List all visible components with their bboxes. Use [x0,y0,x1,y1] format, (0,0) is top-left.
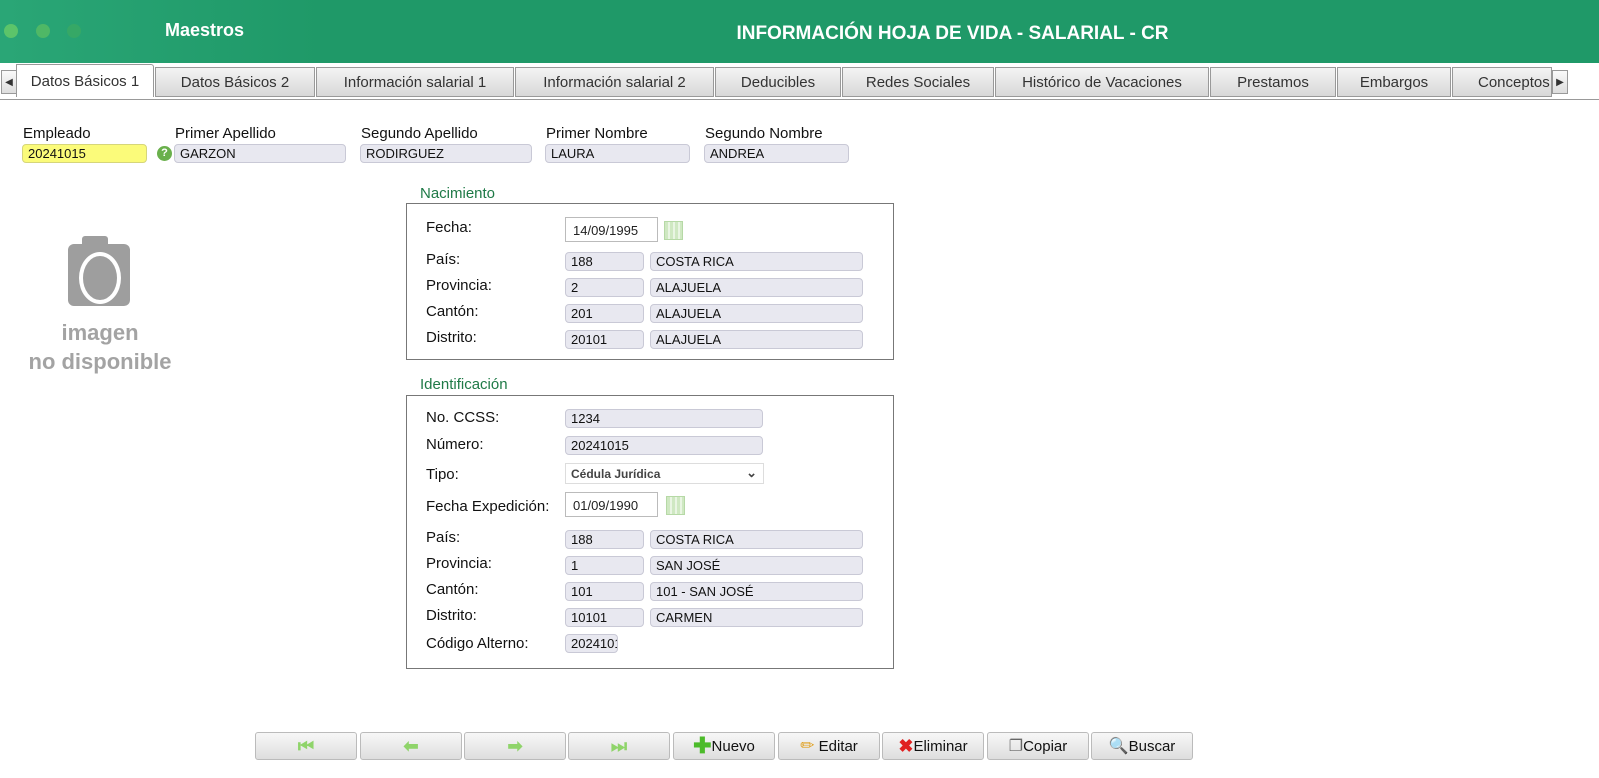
identificacion-row-label: Provincia: [426,555,492,572]
delete-x-icon: ✖ [898,735,914,756]
primer-apellido-input[interactable]: GARZON [174,144,346,163]
empleado-label: Empleado [23,125,91,142]
numero-input[interactable]: 20241015 [565,436,763,455]
arrow-left-icon: ⬅ [403,735,419,756]
nacimiento-name-input[interactable]: ALAJUELA [650,330,863,349]
tab-scroll-left[interactable]: ◀ [1,70,17,94]
photo-text-line2: no disponible [28,349,172,374]
tab-info-salarial-2[interactable]: Información salarial 2 [515,67,714,97]
tab-info-salarial-1[interactable]: Información salarial 1 [316,67,514,97]
tab-datos-basicos-2[interactable]: Datos Básicos 2 [155,67,315,97]
buscar-button[interactable]: 🔍 Buscar [1091,732,1193,760]
tipo-value: Cédula Jurídica [571,467,661,481]
first-icon: ⏮ [297,735,315,756]
tab-redes-sociales[interactable]: Redes Sociales [842,67,994,97]
nac-fecha-input[interactable]: 14/09/1995 [565,217,658,242]
tab-prestamos[interactable]: Prestamos [1210,67,1336,97]
tipo-label: Tipo: [426,466,459,483]
chevron-down-icon: ⌄ [746,465,757,480]
buscar-label: Buscar [1128,737,1176,755]
editar-button[interactable]: ✏ Editar [778,732,880,760]
identificacion-name-input[interactable]: SAN JOSÉ [650,556,863,575]
previous-record-button[interactable]: ⬅ [360,732,462,760]
numero-label: Número: [426,436,484,453]
identificacion-name-input[interactable]: COSTA RICA [650,530,863,549]
tab-datos-basicos-1[interactable]: Datos Básicos 1 [16,64,154,97]
identificacion-name-input[interactable]: 101 - SAN JOSÉ [650,582,863,601]
nuevo-button[interactable]: ✚ Nuevo [673,732,775,760]
identificacion-row-label: Cantón: [426,581,479,598]
ccss-label: No. CCSS: [426,409,500,426]
primer-nombre-label: Primer Nombre [546,125,648,142]
identificacion-row-label: Distrito: [426,607,477,624]
plus-icon: ✚ [693,733,712,758]
nacimiento-code-input[interactable]: 2 [565,278,644,297]
tab-conceptos[interactable]: Conceptos [1452,67,1552,97]
identificacion-row-label: País: [426,529,461,546]
next-record-button[interactable]: ➡ [464,732,566,760]
search-icon: 🔍 [1108,738,1129,755]
last-record-button[interactable]: ⏭ [568,732,670,760]
first-record-button[interactable]: ⏮ [255,732,357,760]
copiar-button[interactable]: ❐ Copiar [987,732,1089,760]
identificacion-legend: Identificación [420,376,508,393]
nacimiento-row-label: Distrito: [426,329,477,346]
nacimiento-name-input[interactable]: COSTA RICA [650,252,863,271]
calendar-icon[interactable] [664,221,683,240]
nacimiento-legend: Nacimiento [420,185,496,202]
arrow-right-icon: ➡ [507,735,523,756]
camera-icon [68,236,130,306]
tab-scroll-right[interactable]: ▶ [1552,70,1568,94]
editar-label: Editar [818,737,858,755]
empleado-input[interactable]: 20241015 [22,144,147,163]
nacimiento-name-input[interactable]: ALAJUELA [650,278,863,297]
identificacion-code-input[interactable]: 10101 [565,608,644,627]
photo-text-line1: imagen [61,320,139,345]
copy-icon: ❐ [1008,738,1024,755]
photo-placeholder: imagen no disponible [20,318,180,376]
nacimiento-code-input[interactable]: 188 [565,252,644,271]
calendar-icon[interactable] [666,496,685,515]
nacimiento-code-input[interactable]: 201 [565,304,644,323]
codigo-alterno-label: Código Alterno: [426,635,529,652]
copiar-label: Copiar [1023,737,1068,755]
nacimiento-code-input[interactable]: 20101 [565,330,644,349]
help-icon[interactable]: ? [157,146,172,161]
codigo-alterno-input[interactable]: 20241015 [565,634,618,653]
identificacion-name-input[interactable]: CARMEN [650,608,863,627]
nuevo-label: Nuevo [711,737,755,755]
fecha-expedicion-input[interactable]: 01/09/1990 [565,492,658,517]
tipo-select[interactable]: Cédula Jurídica ⌄ [565,463,764,484]
nacimiento-row-label: Provincia: [426,277,492,294]
identificacion-code-input[interactable]: 101 [565,582,644,601]
eliminar-label: Eliminar [913,737,968,755]
tab-historico-vacaciones[interactable]: Histórico de Vacaciones [995,67,1209,97]
primer-apellido-label: Primer Apellido [175,125,276,142]
segundo-nombre-input[interactable]: ANDREA [704,144,849,163]
segundo-nombre-label: Segundo Nombre [705,125,823,142]
segundo-apellido-input[interactable]: RODIRGUEZ [360,144,532,163]
nacimiento-name-input[interactable]: ALAJUELA [650,304,863,323]
page-title: INFORMACIÓN HOJA DE VIDA - SALARIAL - CR [736,23,1169,44]
fecha-expedicion-label: Fecha Expedición: [426,498,550,515]
ccss-input[interactable]: 1234 [565,409,763,428]
tab-deducibles[interactable]: Deducibles [715,67,841,97]
segundo-apellido-label: Segundo Apellido [361,125,478,142]
identificacion-code-input[interactable]: 1 [565,556,644,575]
identificacion-code-input[interactable]: 188 [565,530,644,549]
nacimiento-row-label: País: [426,251,461,268]
tab-embargos[interactable]: Embargos [1337,67,1451,97]
nac-fecha-label: Fecha: [426,219,472,236]
nacimiento-row-label: Cantón: [426,303,479,320]
last-icon: ⏭ [610,735,628,756]
primer-nombre-input[interactable]: LAURA [545,144,690,163]
pencil-icon: ✏ [800,736,815,755]
eliminar-button[interactable]: ✖ Eliminar [882,732,984,760]
